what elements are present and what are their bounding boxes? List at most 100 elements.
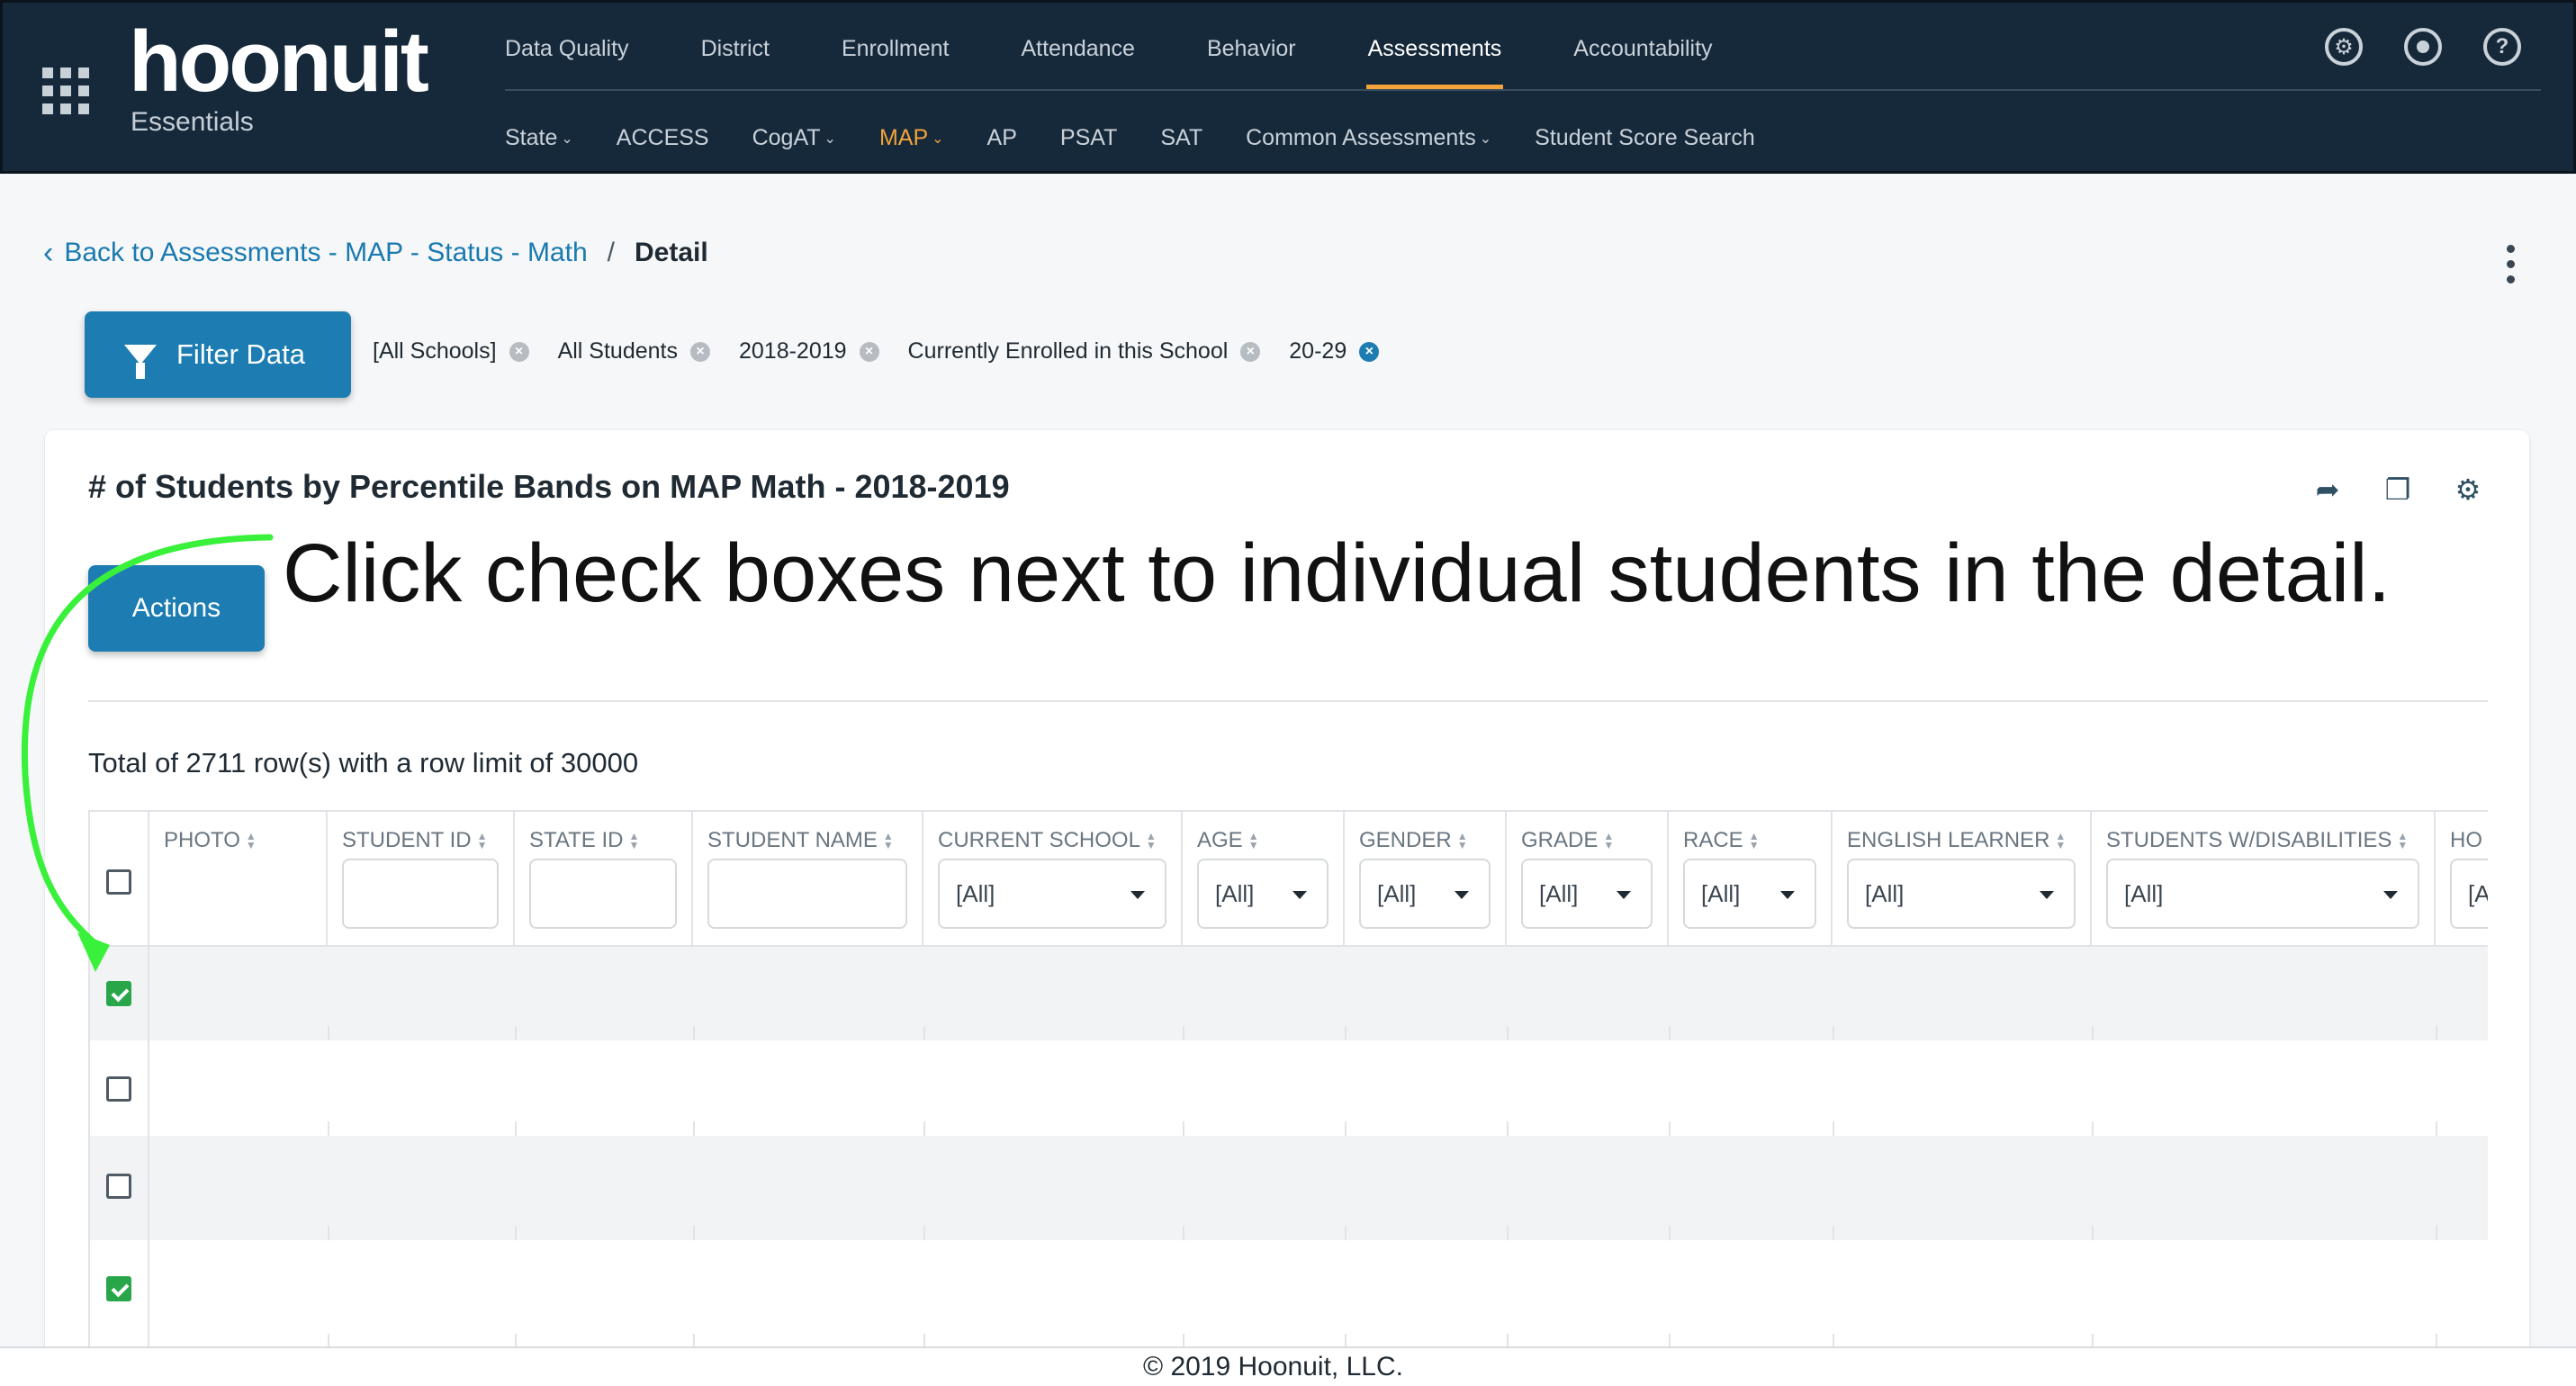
subnav-psat[interactable]: PSAT: [1060, 122, 1117, 158]
dropdown-arrow-icon: [1293, 891, 1307, 899]
app-launcher-icon[interactable]: [42, 68, 89, 114]
select-value: [All]: [1865, 880, 1905, 907]
filter-chip: [All Schools] ×: [373, 338, 529, 364]
col-label: STATE ID: [529, 828, 624, 852]
dropdown-arrow-icon: [1455, 891, 1469, 899]
filter-data-button[interactable]: Filter Data: [85, 311, 351, 398]
age-select[interactable]: [All]: [1197, 859, 1329, 929]
race-select[interactable]: [All]: [1683, 859, 1816, 929]
table-header: PHOTO ▲ ▼ STUDENT ID ▲ ▼ STATE ID ▲ ▼ STUDENT …: [90, 812, 2488, 947]
col-label: CURRENT SCHOOL: [938, 828, 1140, 852]
col-grade-header[interactable]: GRADE ▲ ▼: [1521, 828, 1614, 853]
students-with-disabilities-select[interactable]: [All]: [2106, 859, 2419, 929]
row-checkbox[interactable]: [106, 1076, 131, 1102]
top-header: hoonuit Essentials Data Quality District…: [0, 0, 2576, 174]
settings-icon[interactable]: ⚙: [2450, 472, 2486, 508]
ho-select[interactable]: [A: [2450, 859, 2488, 929]
row-select-cell: [90, 1136, 149, 1240]
grade-select[interactable]: [All]: [1521, 859, 1653, 929]
select-all-checkbox[interactable]: [106, 869, 131, 895]
gender-select[interactable]: [All]: [1359, 859, 1491, 929]
filter-chip: 2018-2019 ×: [739, 338, 879, 364]
nav-enrollment[interactable]: Enrollment: [842, 3, 950, 89]
remove-chip-icon[interactable]: ×: [1359, 341, 1380, 362]
col-photo-header[interactable]: PHOTO ▲ ▼: [164, 828, 257, 853]
subnav-common-assessments-label: Common Assessments: [1246, 125, 1476, 150]
subnav-ap[interactable]: AP: [987, 122, 1017, 158]
chevron-down-icon: ⌄: [932, 131, 944, 147]
col-state-id-header[interactable]: STATE ID ▲ ▼: [529, 828, 639, 853]
subnav-map[interactable]: MAP ⌄: [879, 122, 944, 158]
col-student-id-header[interactable]: STUDENT ID ▲ ▼: [342, 828, 487, 853]
chevron-down-icon: ⌄: [1479, 131, 1492, 147]
row-checkbox-checked[interactable]: [106, 981, 131, 1006]
sort-icon: ▲ ▼: [628, 830, 640, 851]
english-learner-select[interactable]: [All]: [1847, 859, 2076, 929]
col-label: ENGLISH LEARNER: [1847, 828, 2050, 852]
col-label: GENDER: [1359, 828, 1452, 852]
col-students-with-disabilities-header[interactable]: STUDENTS W/DISABILITIES ▲ ▼: [2106, 828, 2408, 853]
col-student-id: STUDENT ID ▲ ▼: [328, 812, 515, 947]
subnav-common-assessments[interactable]: Common Assessments ⌄: [1246, 122, 1491, 158]
col-age-header[interactable]: AGE ▲ ▼: [1197, 828, 1259, 853]
report-toolbar: ➦ ❐ ⚙: [2310, 472, 2486, 508]
annotation-text: Click check boxes next to individual stu…: [283, 527, 2391, 619]
chevron-left-icon: ‹: [43, 236, 54, 270]
copy-icon[interactable]: ❐: [2380, 472, 2416, 508]
subnav-sat[interactable]: SAT: [1160, 122, 1202, 158]
student-table: PHOTO ▲ ▼ STUDENT ID ▲ ▼ STATE ID ▲ ▼ STUDENT …: [88, 810, 2488, 1346]
nav-assessments[interactable]: Assessments: [1365, 3, 1503, 89]
select-value: [All]: [2124, 880, 2164, 907]
select-value: [All]: [1215, 880, 1255, 907]
share-icon[interactable]: ➦: [2310, 472, 2346, 508]
current-school-select[interactable]: [All]: [938, 859, 1166, 929]
back-link-label: Back to Assessments - MAP - Status - Mat…: [64, 238, 588, 267]
col-label: GRADE: [1521, 828, 1599, 852]
dropdown-arrow-icon: [1617, 891, 1631, 899]
card-divider: [88, 700, 2488, 702]
report-title: # of Students by Percentile Bands on MAP…: [88, 468, 1010, 505]
more-options-icon[interactable]: [2507, 245, 2517, 284]
actions-button[interactable]: Actions: [88, 565, 265, 652]
col-current-school-header[interactable]: CURRENT SCHOOL ▲ ▼: [938, 828, 1157, 853]
remove-chip-icon[interactable]: ×: [509, 341, 529, 362]
subnav-state[interactable]: State ⌄: [505, 122, 573, 158]
col-race-header[interactable]: RACE ▲ ▼: [1683, 828, 1760, 853]
logo[interactable]: hoonuit: [129, 17, 429, 107]
remove-chip-icon[interactable]: ×: [1240, 341, 1261, 362]
col-english-learner: ENGLISH LEARNER ▲ ▼ [All]: [1833, 812, 2092, 947]
nav-attendance[interactable]: Attendance: [1021, 3, 1135, 89]
nav-data-quality[interactable]: Data Quality: [505, 3, 629, 89]
subnav-student-score-search[interactable]: Student Score Search: [1535, 122, 1755, 158]
col-photo: PHOTO ▲ ▼: [149, 812, 328, 947]
student-id-filter-input[interactable]: [342, 859, 499, 929]
col-english-learner-header[interactable]: ENGLISH LEARNER ▲ ▼: [1847, 828, 2066, 853]
col-age: AGE ▲ ▼ [All]: [1183, 812, 1345, 947]
col-gender-header[interactable]: GENDER ▲ ▼: [1359, 828, 1468, 853]
row-select-cell: [90, 947, 149, 1040]
chevron-down-icon: ⌄: [824, 131, 836, 147]
nav-behavior[interactable]: Behavior: [1207, 3, 1296, 89]
nav-district[interactable]: District: [701, 3, 770, 89]
help-icon[interactable]: ?: [2483, 28, 2521, 66]
col-ho-header[interactable]: HO: [2450, 828, 2482, 853]
sort-icon: ▲ ▼: [2397, 830, 2409, 851]
student-name-filter-input[interactable]: [707, 859, 907, 929]
wrench-icon[interactable]: ⚙: [2325, 28, 2363, 66]
col-grade: GRADE ▲ ▼ [All]: [1507, 812, 1669, 947]
subnav-access[interactable]: ACCESS: [617, 122, 709, 158]
col-label: RACE: [1683, 828, 1743, 852]
col-student-name-header[interactable]: STUDENT NAME ▲ ▼: [707, 828, 894, 853]
user-icon[interactable]: [2404, 28, 2442, 66]
back-link[interactable]: ‹ Back to Assessments - MAP - Status - M…: [43, 238, 588, 268]
state-id-filter-input[interactable]: [529, 859, 677, 929]
col-label: PHOTO: [164, 828, 240, 852]
row-checkbox[interactable]: [106, 1174, 131, 1199]
col-current-school: CURRENT SCHOOL ▲ ▼ [All]: [923, 812, 1183, 947]
nav-accountability[interactable]: Accountability: [1573, 3, 1712, 89]
row-checkbox-checked[interactable]: [106, 1276, 131, 1301]
remove-chip-icon[interactable]: ×: [689, 341, 710, 362]
remove-chip-icon[interactable]: ×: [859, 341, 879, 362]
subnav-state-label: State: [505, 125, 558, 150]
subnav-cogat[interactable]: CogAT ⌄: [752, 122, 836, 158]
